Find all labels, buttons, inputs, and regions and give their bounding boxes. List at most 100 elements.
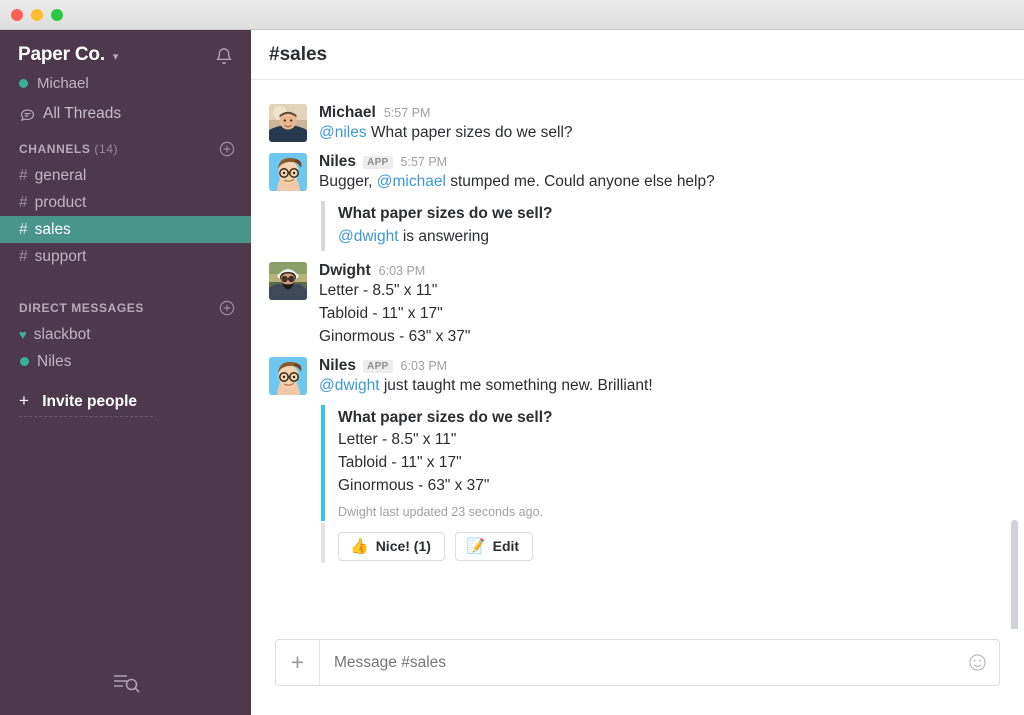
team-header[interactable]: Paper Co. ▾ [0, 30, 251, 74]
edit-label: Edit [492, 538, 520, 555]
message-item: Michael 5:57 PM @niles What paper sizes … [269, 98, 994, 144]
message-text-rest: What paper sizes do we sell? [366, 124, 573, 142]
sidebar-footer [0, 670, 251, 701]
plus-icon[interactable]: + [276, 640, 320, 685]
edit-button[interactable]: 📝 Edit [454, 531, 534, 561]
sidebar-item-all-threads[interactable]: All Threads [0, 92, 251, 123]
attachment-title: What paper sizes do we sell? [338, 205, 553, 223]
channel-list: # general # product # sales # support [0, 162, 251, 270]
heart-icon: ♥ [19, 327, 27, 342]
message-body: Michael 5:57 PM @niles What paper sizes … [319, 104, 994, 144]
team-name-label: Paper Co. [18, 44, 105, 65]
window-titlebar [0, 0, 1024, 30]
message-line: Ginormous - 63" x 37" [319, 327, 471, 345]
message-input[interactable] [334, 653, 941, 672]
dm-label: DIRECT MESSAGES [19, 301, 145, 315]
composer-wrap: + [251, 629, 1024, 715]
attachment-line: Letter - 8.5" x 11" [338, 431, 457, 449]
message-line: Tabloid - 11" x 17" [319, 304, 443, 322]
message-text-rest: just taught me something new. Brilliant! [379, 376, 653, 394]
status-badge: APP [363, 359, 393, 373]
current-user-label: Michael [37, 75, 89, 92]
add-channel-plus-circle-icon[interactable] [219, 141, 235, 157]
channel-label: sales [34, 220, 71, 238]
dwight-avatar[interactable] [269, 261, 307, 300]
attachment-line: Ginormous - 63" x 37" [338, 476, 490, 494]
search-input-wrap[interactable] [320, 640, 955, 685]
mention-niles[interactable]: @niles [319, 124, 367, 141]
message-header: Michael 5:57 PM [319, 104, 994, 121]
message-timestamp: 5:57 PM [383, 106, 431, 120]
sidebar-item-support[interactable]: # support [0, 243, 251, 270]
michael-avatar[interactable] [269, 104, 307, 142]
main-panel: #sales Michael 5:57 PM @niles What paper… [251, 30, 1024, 715]
mention-dwight[interactable]: @dwight [338, 228, 399, 245]
sidebar-item-niles[interactable]: Niles [0, 348, 251, 375]
all-threads-label: All Threads [43, 105, 122, 122]
add-dm-plus-circle-icon[interactable] [219, 300, 235, 316]
channels-section-header: CHANNELS (14) [0, 141, 251, 157]
sidebar-item-sales[interactable]: # sales [0, 216, 251, 243]
message-text: @niles What paper sizes do we sell? [319, 122, 994, 144]
attachment-title: What paper sizes do we sell? [338, 408, 553, 426]
message-text: Bugger, @michael stumped me. Could anyon… [319, 171, 994, 193]
minimize-window-button[interactable] [31, 8, 43, 21]
message-author[interactable]: Dwight [319, 262, 371, 279]
channel-label: support [34, 247, 87, 265]
presence-online-icon [19, 79, 28, 88]
message-header: Niles APP 6:03 PM [319, 357, 994, 374]
message-author[interactable]: Niles [319, 357, 356, 374]
message-timestamp: 6:03 PM [378, 263, 426, 278]
mention-michael[interactable]: @michael [377, 173, 446, 190]
hash-icon: # [19, 166, 28, 184]
niles-avatar[interactable] [269, 356, 307, 395]
message-timestamp: 6:03 PM [400, 358, 448, 373]
current-user-row[interactable]: Michael [0, 74, 251, 92]
attachment-line-rest: is answering [398, 227, 490, 245]
bell-icon[interactable] [213, 46, 235, 70]
dm-label-slackbot: slackbot [33, 325, 91, 343]
message-text-pre: Bugger, [319, 173, 377, 191]
channel-label: general [34, 166, 87, 184]
channel-header: #sales [251, 30, 1024, 80]
threads-icon [19, 106, 36, 123]
channel-label: product [34, 193, 87, 211]
hash-icon: # [19, 220, 28, 238]
mention-dwight[interactable]: @dwight [319, 377, 380, 394]
message-author[interactable]: Michael [319, 104, 376, 121]
hash-icon: # [19, 247, 28, 265]
maximize-window-button[interactable] [51, 8, 63, 21]
message-item: Niles APP 6:03 PM @dwight just taught me… [269, 351, 994, 563]
message-body: Dwight 6:03 PM Letter - 8.5" x 11" Tablo… [319, 262, 994, 348]
message-list: Michael 5:57 PM @niles What paper sizes … [251, 80, 1024, 629]
message-body: Niles APP 5:57 PM Bugger, @michael stump… [319, 153, 994, 252]
channels-count: (14) [94, 142, 119, 156]
sidebar-item-product[interactable]: # product [0, 189, 251, 216]
attachment-footer: Dwight last updated 23 seconds ago. [338, 504, 543, 519]
invite-people-button[interactable]: + Invite people [19, 391, 153, 417]
attachment-blue: What paper sizes do we sell? Letter - 8.… [321, 404, 994, 521]
sidebar: Paper Co. ▾ Michael All Threads CHANNELS… [0, 30, 251, 715]
chevron-down-icon: ▾ [112, 50, 119, 63]
smiley-icon[interactable] [955, 640, 999, 685]
reaction-nice-button[interactable]: 👍 Nice! (1) [338, 531, 445, 561]
attachment-line: @dwight is answering [338, 226, 994, 249]
dm-list: ♥ slackbot Niles [0, 321, 251, 375]
sidebar-item-general[interactable]: # general [0, 162, 251, 189]
message-text: @dwight just taught me something new. Br… [319, 375, 994, 397]
message-composer[interactable]: + [275, 639, 1000, 686]
search-list-icon[interactable] [111, 670, 141, 701]
pencil-icon: 📝 [466, 537, 486, 555]
channels-label: CHANNELS [19, 142, 91, 156]
sidebar-item-slackbot[interactable]: ♥ slackbot [0, 321, 251, 348]
vertical-scrollbar[interactable] [1011, 520, 1018, 629]
message-author[interactable]: Niles [319, 153, 356, 170]
message-actions: 👍 Nice! (1) 📝 Edit [321, 522, 994, 563]
niles-avatar[interactable] [269, 153, 307, 192]
page-title: #sales [269, 43, 328, 65]
team-name[interactable]: Paper Co. ▾ [18, 44, 118, 66]
hash-icon: # [19, 193, 28, 211]
reaction-nice-label: Nice! (1) [375, 538, 431, 555]
close-window-button[interactable] [11, 8, 23, 21]
attachment-gray: What paper sizes do we sell? @dwight is … [321, 201, 994, 251]
